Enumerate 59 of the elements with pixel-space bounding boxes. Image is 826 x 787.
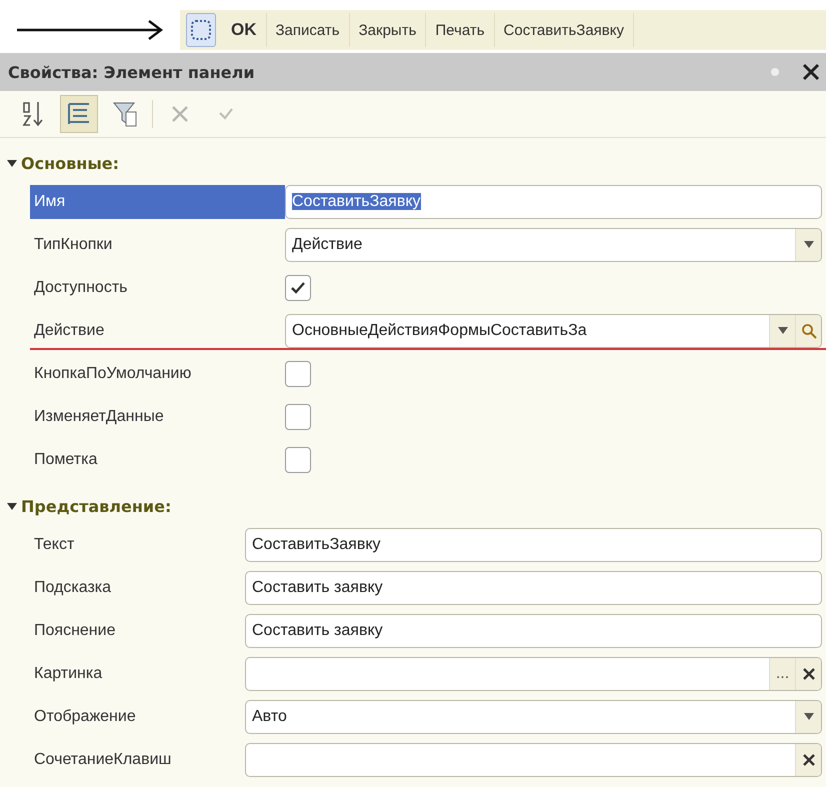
property-label: СочетаниеКлавиш [33,750,172,770]
checkbox[interactable] [285,274,311,300]
property-label: Картинка [33,664,104,684]
property-label: Имя [30,184,285,218]
property-label: Доступность [33,278,128,298]
frame-button[interactable] [186,13,216,47]
check-icon [290,280,306,294]
checkbox[interactable] [285,360,311,386]
sort-icon [22,100,44,128]
picture-field[interactable]: ... [245,656,822,690]
tree-button[interactable] [60,95,98,133]
input-field[interactable]: Составить заявку [245,570,822,604]
property-label: Пометка [33,450,98,470]
clear-button[interactable] [795,658,821,690]
toolbar-button[interactable]: СоставитьЗаявку [494,13,634,47]
input-field[interactable]: СоставитьЗаявку [285,184,822,218]
checkbox[interactable] [285,446,311,472]
choose-button[interactable]: ... [769,658,795,690]
property-label: КнопкаПоУмолчанию [33,364,192,384]
caret-icon [6,157,18,169]
property-label: Подсказка [33,578,112,598]
caret-icon [804,713,814,720]
clear-button[interactable] [795,744,821,776]
search-button[interactable] [795,314,821,346]
dropdown-button[interactable] [795,228,821,260]
clear-icon [802,752,816,766]
property-label: ТипКнопки [33,234,114,254]
toolbar-button[interactable]: Печать [426,13,495,47]
dropdown-button[interactable] [769,314,795,346]
panel-title: Свойства: Элемент панели [8,62,256,82]
dropdown-button[interactable] [795,700,821,732]
dropdown-field[interactable]: Действие [285,228,822,262]
property-label: ИзменяетДанные [33,406,165,426]
check-icon [218,107,234,121]
caret-icon [778,327,788,334]
lookup-field[interactable]: ОсновныеДействияФормыСоставитьЗа [285,314,822,348]
clear-icon [802,666,816,680]
toolbar-button[interactable]: Записать [266,13,350,47]
dotted-frame-icon [190,19,212,41]
section-header[interactable]: Представление: [0,489,178,523]
caret-icon [804,241,814,248]
filter-icon [112,100,138,128]
property-label: Пояснение [33,620,116,640]
toolbar-button[interactable]: OK [222,13,266,47]
toolbar-button[interactable]: Закрыть [350,13,426,47]
property-label: Текст [33,534,76,554]
input-field[interactable]: СоставитьЗаявку [245,528,822,562]
property-label: Действие [33,320,106,340]
property-label: Отображение [33,706,137,726]
close-icon[interactable] [802,63,820,81]
caret-icon [6,500,18,512]
tree-icon [66,101,92,127]
search-icon [800,322,816,338]
input-field[interactable]: Составить заявку [245,614,822,648]
close-icon [170,104,190,124]
dropdown-field[interactable]: Авто [245,700,822,734]
section-header[interactable]: Основные: [0,146,126,180]
checkbox[interactable] [285,404,311,430]
shortcut-field[interactable] [245,742,822,776]
